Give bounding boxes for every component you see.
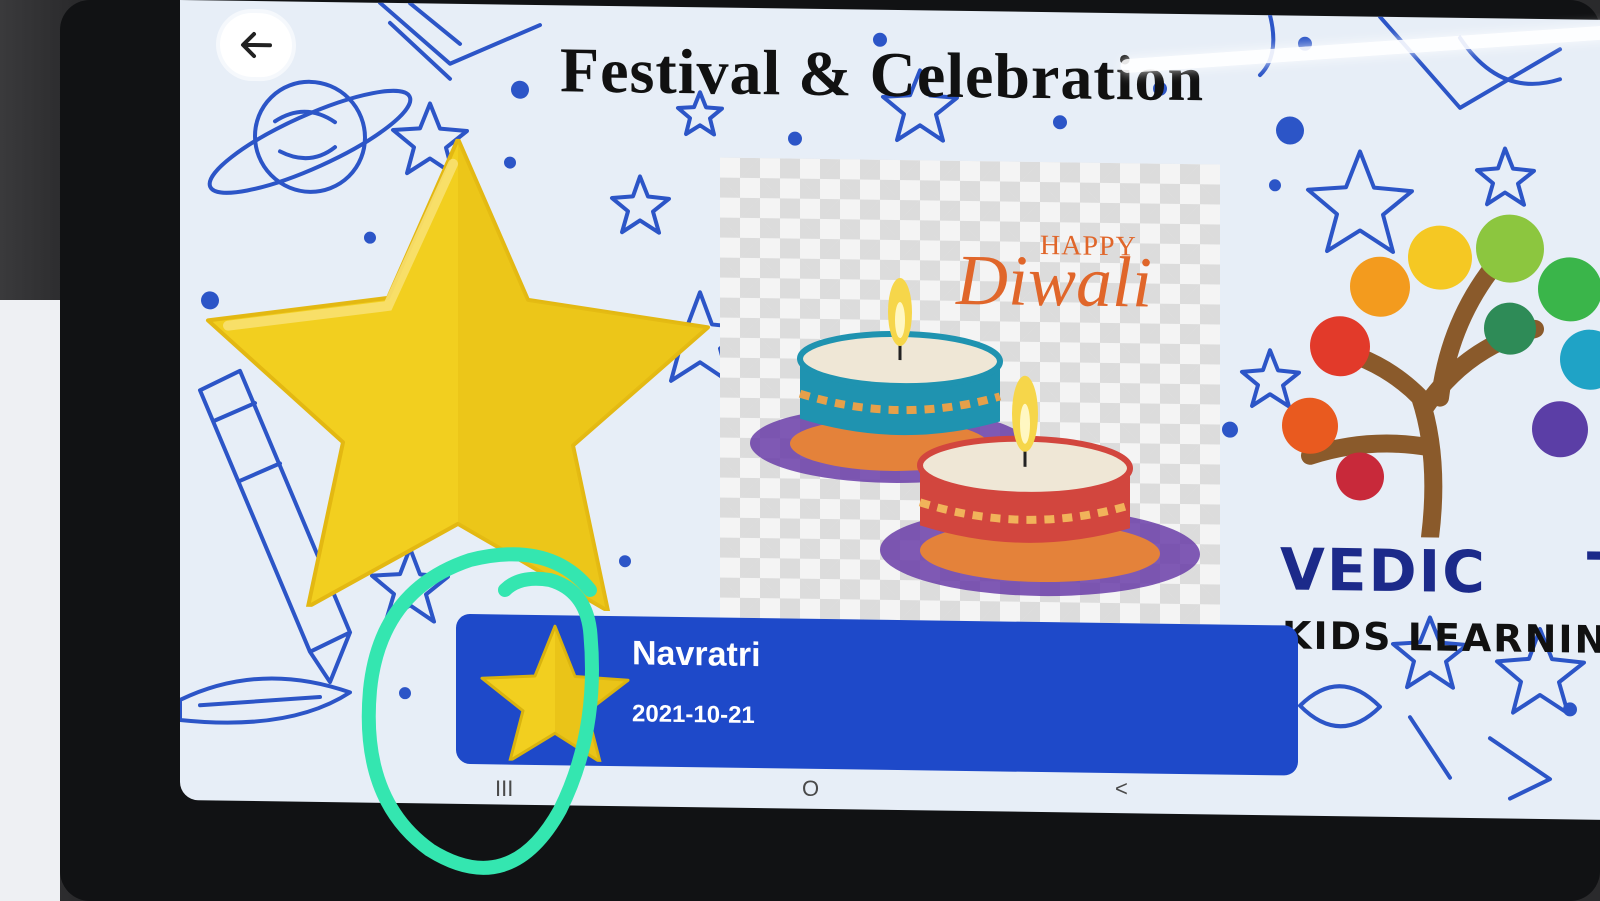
festival-date: 2021-10-21 [632, 700, 755, 730]
diya-lamps-illustration [750, 278, 1200, 597]
back-button[interactable] [220, 12, 292, 78]
diwali-banner-card[interactable]: Diwali HAPPY [720, 157, 1220, 625]
page-title: Festival & Celebration [560, 34, 1205, 115]
logo-text-kids-learning: KIDS LEARNIN [1282, 613, 1600, 662]
arrow-left-icon [241, 32, 272, 59]
system-navigation-bar: III O < [120, 760, 1570, 840]
large-star-icon [206, 136, 710, 613]
festival-list-item[interactable]: Navratri 2021-10-21 [456, 613, 1298, 776]
home-button[interactable]: O [802, 776, 819, 802]
tree-logo-icon [1282, 214, 1600, 547]
logo-text-vedic: VEDIC T [1280, 535, 1600, 609]
star-icon [480, 624, 630, 763]
recents-button[interactable]: III [495, 776, 513, 802]
paper-background [0, 300, 60, 901]
diwali-happy-text: HAPPY [1040, 230, 1137, 263]
vedic-kids-learning-logo: VEDIC T KIDS LEARNIN [1260, 195, 1600, 662]
festival-name: Navratri [632, 634, 761, 675]
system-back-button[interactable]: < [1115, 776, 1128, 802]
app-screen: Festival & Celebration Diwali HAPPY VEDI… [180, 0, 1600, 821]
